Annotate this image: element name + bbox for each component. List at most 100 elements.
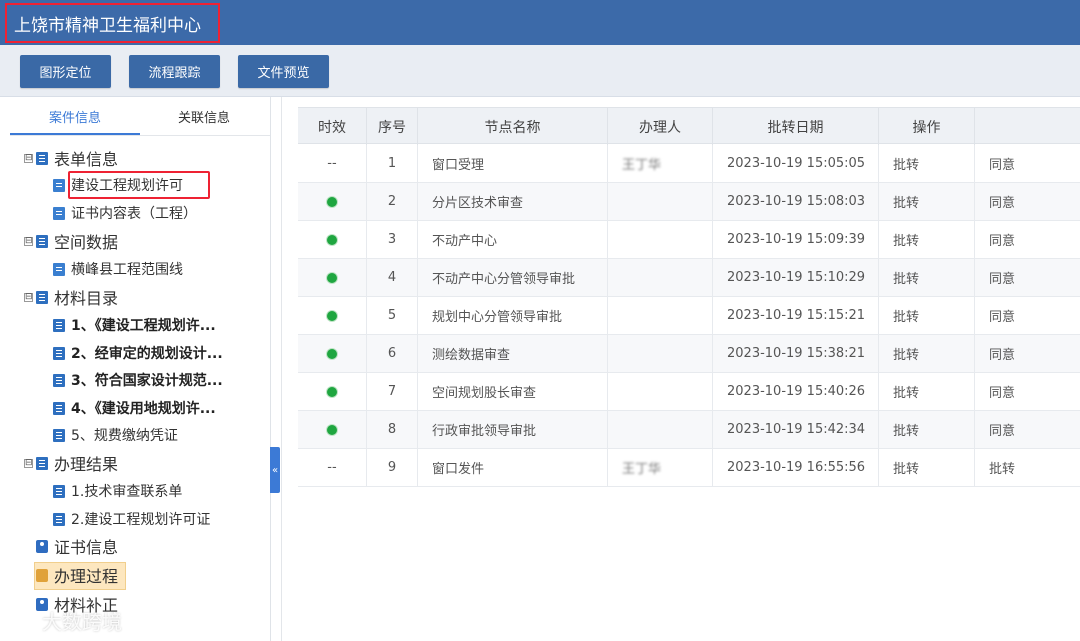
cell-status — [298, 373, 367, 410]
cell-date: 2023-10-19 15:10:29 — [713, 259, 879, 296]
cell-status — [298, 335, 367, 372]
tree-node-form-info[interactable]: ⊟ 表单信息 — [24, 145, 118, 171]
collapse-toggle-icon[interactable]: ⊟ — [24, 153, 33, 163]
tab-case-info[interactable]: 案件信息 — [49, 107, 101, 126]
table-row[interactable]: 3 不动产中心 2023-10-19 15:09:39 批转 同意 — [298, 221, 1080, 259]
cell-seq: 3 — [367, 221, 418, 258]
cell-op[interactable]: 批转 — [879, 145, 975, 182]
tree-node-material-3[interactable]: 3、符合国家设计规范... — [53, 367, 223, 393]
tree-node-material-catalog[interactable]: ⊟ 材料目录 — [24, 284, 118, 310]
tree-node-result[interactable]: ⊟ 办理结果 — [24, 450, 118, 476]
cell-node: 空间规划股长审查 — [418, 373, 608, 410]
tree-node-building-permit[interactable]: 建设工程规划许可 — [53, 172, 183, 198]
tree-node-label: 证书内容表（工程） — [71, 206, 197, 222]
tree-node-project-boundary[interactable]: 横峰县工程范围线 — [53, 256, 183, 282]
cell-op[interactable]: 批转 — [879, 297, 975, 334]
cell-op[interactable]: 批转 — [879, 221, 975, 258]
cell-text: 窗口受理 — [432, 158, 485, 173]
cell-seq: 4 — [367, 259, 418, 296]
cell-node: 行政审批领导审批 — [418, 411, 608, 448]
tree-node-label: 办理结果 — [54, 455, 119, 474]
cell-op[interactable]: 批转 — [879, 259, 975, 296]
status-ok-icon — [327, 424, 337, 435]
cell-text: 批转 — [893, 424, 920, 439]
cell-result: 同意 — [975, 335, 1080, 372]
col-status[interactable]: 时效 — [298, 108, 367, 145]
collapse-sidebar-button[interactable]: « — [270, 447, 280, 493]
collapse-toggle-icon[interactable]: ⊟ — [24, 292, 33, 302]
cell-result: 同意 — [975, 411, 1080, 448]
cell-text: 5 — [387, 308, 397, 323]
cell-seq: 8 — [367, 411, 418, 448]
tree-node-material-1[interactable]: 1、《建设工程规划许... — [53, 312, 216, 338]
cell-text: 批转 — [893, 386, 920, 401]
tree-node-permit-cert[interactable]: 2.建设工程规划许可证 — [53, 506, 210, 532]
preview-file-button[interactable]: 文件预览 — [238, 55, 329, 88]
table-row[interactable]: 6 测绘数据审查 2023-10-19 15:38:21 批转 同意 — [298, 335, 1080, 373]
table-header: 时效 序号 节点名称 办理人 批转日期 操作 — [298, 107, 1080, 145]
table-row[interactable]: 2 分片区技术审查 2023-10-19 15:08:03 批转 同意 — [298, 183, 1080, 221]
tree-node-review-sheet[interactable]: 1.技术审查联系单 — [53, 478, 182, 504]
tree-node-cert-content[interactable]: 证书内容表（工程） — [53, 200, 197, 226]
cell-text: 批转 — [893, 196, 920, 211]
material-icon — [53, 401, 65, 415]
cell-text: 6 — [387, 346, 397, 361]
table-row[interactable]: 8 行政审批领导审批 2023-10-19 15:42:34 批转 同意 — [298, 411, 1080, 449]
table-row[interactable]: 7 空间规划股长审查 2023-10-19 15:40:26 批转 同意 — [298, 373, 1080, 411]
material-icon — [53, 373, 65, 387]
cell-seq: 2 — [367, 183, 418, 220]
cell-result: 同意 — [975, 145, 1080, 182]
cell-result: 同意 — [975, 297, 1080, 334]
col-node[interactable]: 节点名称 — [418, 108, 608, 145]
watermark-text: 大数跨境 — [42, 610, 122, 634]
cell-date: 2023-10-19 15:09:39 — [713, 221, 879, 258]
app-header: 上饶市精神卫生福利中心 — [0, 0, 1080, 45]
cell-handler — [608, 183, 713, 220]
tab-related-info[interactable]: 关联信息 — [178, 107, 230, 126]
col-handler[interactable]: 办理人 — [608, 108, 713, 145]
col-date[interactable]: 批转日期 — [713, 108, 879, 145]
status-ok-icon — [327, 196, 337, 207]
cell-text: 批转 — [893, 234, 920, 249]
cell-text: 2023-10-19 15:10:29 — [727, 270, 866, 285]
table-row[interactable]: 5 规划中心分管领导审批 2023-10-19 15:15:21 批转 同意 — [298, 297, 1080, 335]
track-process-button[interactable]: 流程跟踪 — [129, 55, 220, 88]
table-row[interactable]: -- 1 窗口受理 王丁华 2023-10-19 15:05:05 批转 同意 — [298, 145, 1080, 183]
cell-op[interactable]: 批转 — [879, 373, 975, 410]
cell-text: 2 — [387, 194, 397, 209]
cell-op[interactable]: 批转 — [879, 411, 975, 448]
tree-node-material-5[interactable]: 5、规费缴纳凭证 — [53, 422, 178, 448]
tree-node-material-2[interactable]: 2、经审定的规划设计... — [53, 340, 223, 366]
document-icon — [53, 206, 65, 220]
certificate-icon — [36, 539, 48, 553]
cell-seq: 9 — [367, 449, 418, 486]
cell-op[interactable]: 批转 — [879, 335, 975, 372]
collapse-toggle-icon[interactable]: ⊟ — [24, 236, 33, 246]
cell-result: 批转 — [975, 449, 1080, 486]
cell-text: 8 — [387, 422, 397, 437]
col-operation[interactable]: 操作 — [879, 108, 975, 145]
material-icon — [53, 428, 65, 442]
locate-graphic-button[interactable]: 图形定位 — [20, 55, 111, 88]
cell-text: 批转 — [893, 310, 920, 325]
tree-node-label: 材料目录 — [54, 289, 119, 308]
cell-status — [298, 411, 367, 448]
table-row[interactable]: 4 不动产中心分管领导审批 2023-10-19 15:10:29 批转 同意 — [298, 259, 1080, 297]
tree-node-cert-info[interactable]: 证书信息 — [36, 533, 118, 559]
list-icon — [36, 234, 48, 248]
tree-node-label: 2、经审定的规划设计... — [71, 346, 223, 362]
tree-node-material-4[interactable]: 4、《建设用地规划许... — [53, 395, 216, 421]
cell-handler — [608, 373, 713, 410]
tree-node-process[interactable]: 办理过程 — [36, 562, 118, 588]
cell-text: 测绘数据审查 — [432, 348, 511, 363]
cell-text: 1 — [387, 156, 397, 171]
table-row[interactable]: -- 9 窗口发件 王丁华 2023-10-19 16:55:56 批转 批转 — [298, 449, 1080, 487]
col-seq[interactable]: 序号 — [367, 108, 418, 145]
cell-text: 2023-10-19 16:55:56 — [727, 460, 866, 475]
tree-node-spatial-data[interactable]: ⊟ 空间数据 — [24, 228, 118, 254]
collapse-toggle-icon[interactable]: ⊟ — [24, 458, 33, 468]
cell-op[interactable]: 批转 — [879, 183, 975, 220]
cell-op[interactable]: 批转 — [879, 449, 975, 486]
watermark: 大数跨境 — [6, 606, 122, 635]
col-result — [975, 108, 1080, 145]
